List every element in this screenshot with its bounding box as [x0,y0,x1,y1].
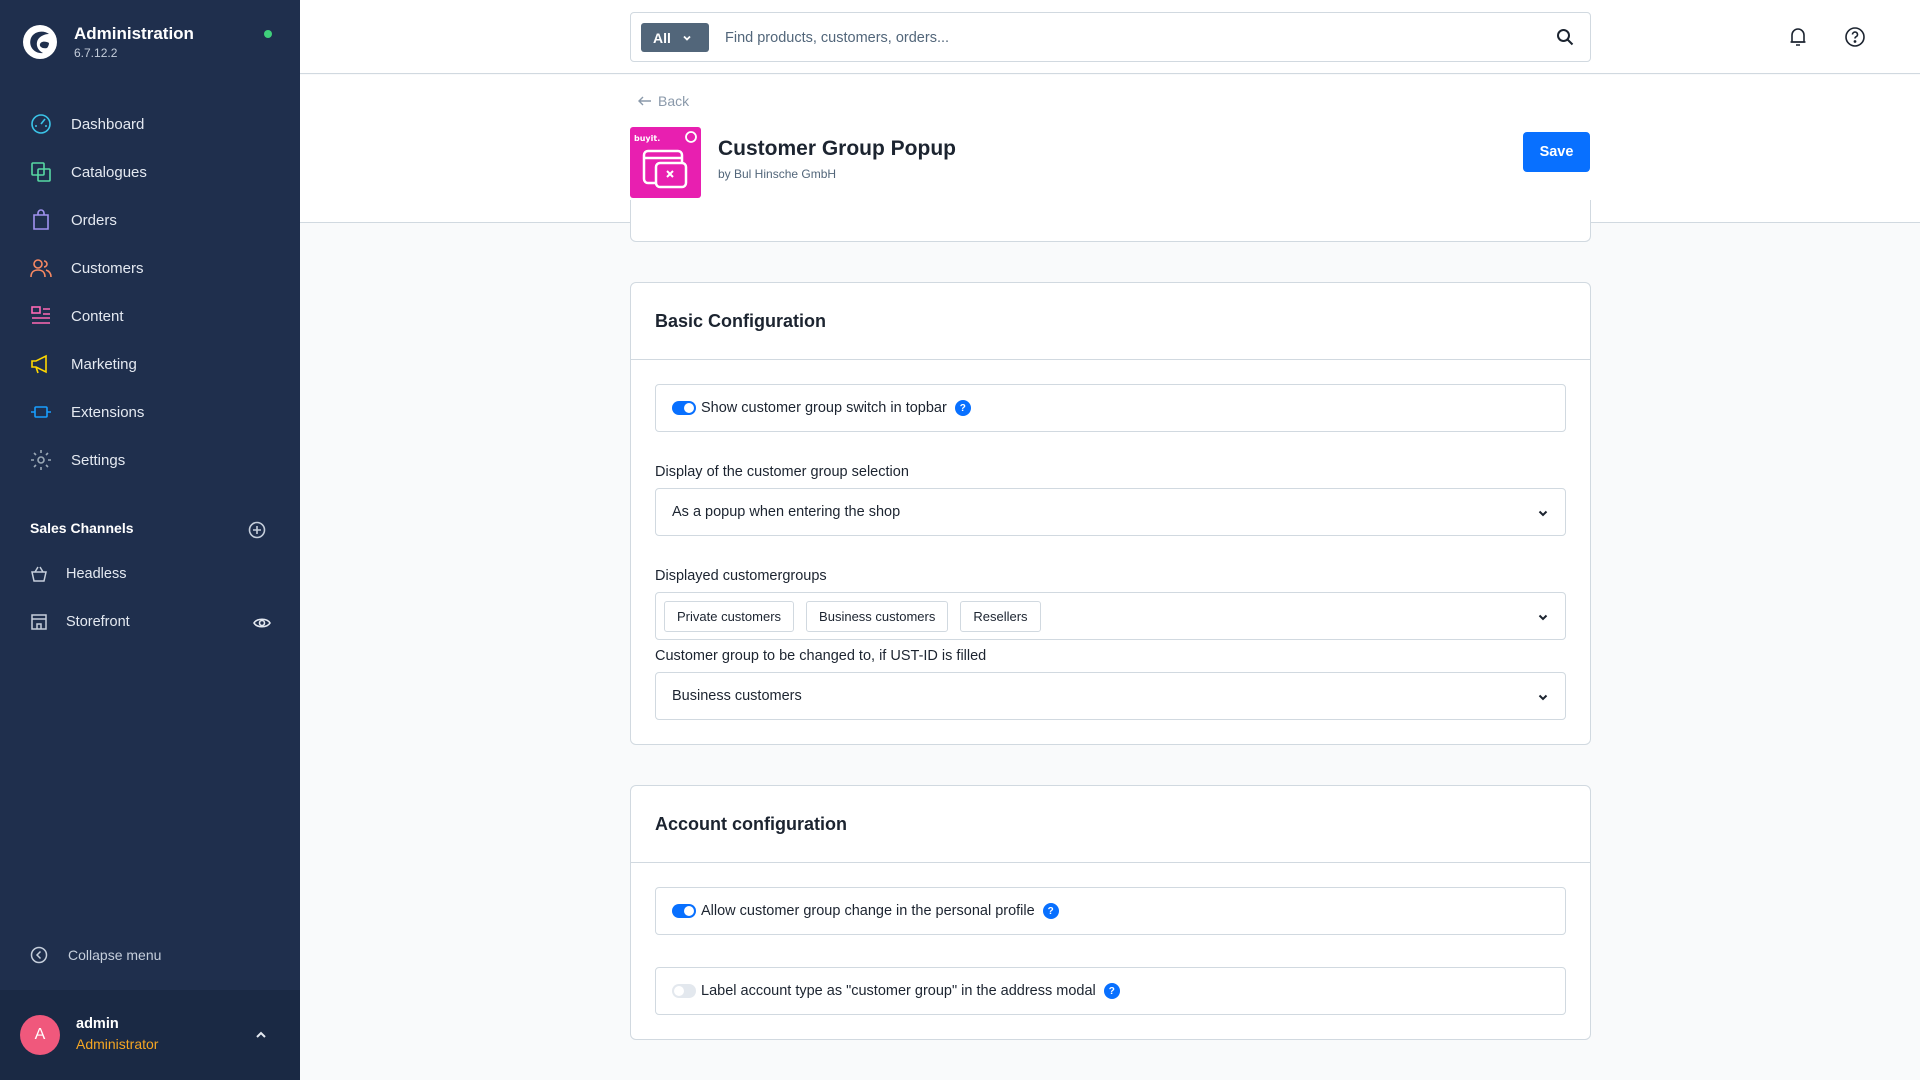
arrow-left-icon [638,96,651,106]
previous-card [630,200,1591,242]
back-link[interactable]: Back [638,93,689,109]
search-input[interactable] [725,25,1525,51]
display-selection-label: Display of the customer group selection [655,464,909,480]
displayed-groups-multiselect[interactable]: Private customers Business customers Res… [655,592,1566,640]
sidebar-item-dashboard[interactable]: Dashboard [0,100,300,148]
orders-icon [33,209,49,230]
topbar-switch-field: Show customer group switch in topbar ? [655,384,1566,432]
help-tooltip-icon[interactable]: ? [954,400,971,416]
label-account-type-field: Label account type as "customer group" i… [655,967,1566,1015]
chip-business-customers[interactable]: Business customers [806,601,949,632]
sidebar-item-extensions[interactable]: Extensions [0,388,300,436]
ust-id-group-label: Customer group to be changed to, if UST-… [655,648,987,664]
profile-change-label: Allow customer group change in the perso… [701,903,1035,919]
topbar-switch-toggle[interactable] [672,401,696,415]
chevron-up-icon[interactable] [254,1028,268,1042]
display-selection-select[interactable]: As a popup when entering the shop [655,488,1566,536]
eye-icon[interactable] [253,614,271,632]
dashboard-icon [31,114,51,134]
search-type-dropdown[interactable]: All [641,23,709,52]
settings-icon [31,450,51,470]
chevron-down-icon [683,35,691,41]
plugin-author: by Bul Hinsche GmbH [718,167,837,181]
sidebar-item-catalogues[interactable]: Catalogues [0,148,300,196]
page-title: Customer Group Popup [718,137,956,160]
chevron-down-icon [1538,614,1548,621]
chevron-down-icon [1538,694,1548,701]
extensions-icon [31,406,51,418]
chip-private-customers[interactable]: Private customers [664,601,795,632]
chevron-down-icon [1538,510,1548,517]
help-tooltip-icon[interactable]: ? [1103,983,1120,999]
label-account-type-toggle[interactable] [672,984,696,998]
profile-change-field: Allow customer group change in the perso… [655,887,1566,935]
collapse-menu-button[interactable]: Collapse menu [30,946,161,964]
main-nav: Dashboard Catalogues Orders Customers Co… [0,100,300,484]
chip-resellers[interactable]: Resellers [960,601,1041,632]
sidebar-item-content[interactable]: Content [0,292,300,340]
app-title: Administration [74,24,194,43]
profile-change-toggle[interactable] [672,904,696,918]
user-name: admin [76,1016,119,1032]
sales-channel-headless[interactable]: Headless [0,550,300,598]
topbar-switch-label: Show customer group switch in topbar [701,400,947,416]
sidebar-item-customers[interactable]: Customers [0,244,300,292]
topbar: All [300,0,1920,74]
collapse-menu-label: Collapse menu [68,947,162,963]
avatar: A [20,1015,60,1055]
global-search: All [630,12,1591,62]
help-icon[interactable] [1844,26,1866,48]
basic-configuration-card: Basic Configuration Show customer group … [630,282,1591,745]
shopware-logo-icon [23,25,57,59]
add-sales-channel-icon[interactable] [248,521,266,539]
customers-icon [30,259,52,278]
app-version: 6.7.12.2 [74,46,118,60]
card-title: Basic Configuration [655,310,827,331]
card-title: Account configuration [655,813,847,834]
displayed-groups-label: Displayed customergroups [655,568,827,584]
user-role: Administrator [76,1036,159,1052]
user-panel[interactable]: A admin Administrator [0,990,300,1080]
account-configuration-card: Account configuration Allow customer gro… [630,785,1591,1040]
storefront-icon [31,614,47,630]
catalogue-icon [31,162,51,182]
sidebar: Administration 6.7.12.2 Dashboard Catalo… [0,0,300,1080]
svg-text:buyit.: buyit. [634,134,660,143]
sidebar-item-orders[interactable]: Orders [0,196,300,244]
plugin-icon: buyit. [630,127,701,198]
brand[interactable]: Administration 6.7.12.2 [22,24,194,60]
sidebar-item-settings[interactable]: Settings [0,436,300,484]
content-icon [31,306,50,324]
save-button[interactable]: Save [1523,132,1590,172]
sidebar-item-marketing[interactable]: Marketing [0,340,300,388]
status-indicator [264,30,272,38]
collapse-icon [30,946,48,964]
search-icon[interactable] [1556,28,1574,46]
notification-bell-icon[interactable] [1788,27,1808,47]
basket-icon [31,566,47,582]
sales-channels-heading: Sales Channels [30,520,134,536]
help-tooltip-icon[interactable]: ? [1042,903,1059,919]
marketing-icon [31,354,47,374]
label-account-type-label: Label account type as "customer group" i… [701,983,1096,999]
ust-id-group-select[interactable]: Business customers [655,672,1566,720]
